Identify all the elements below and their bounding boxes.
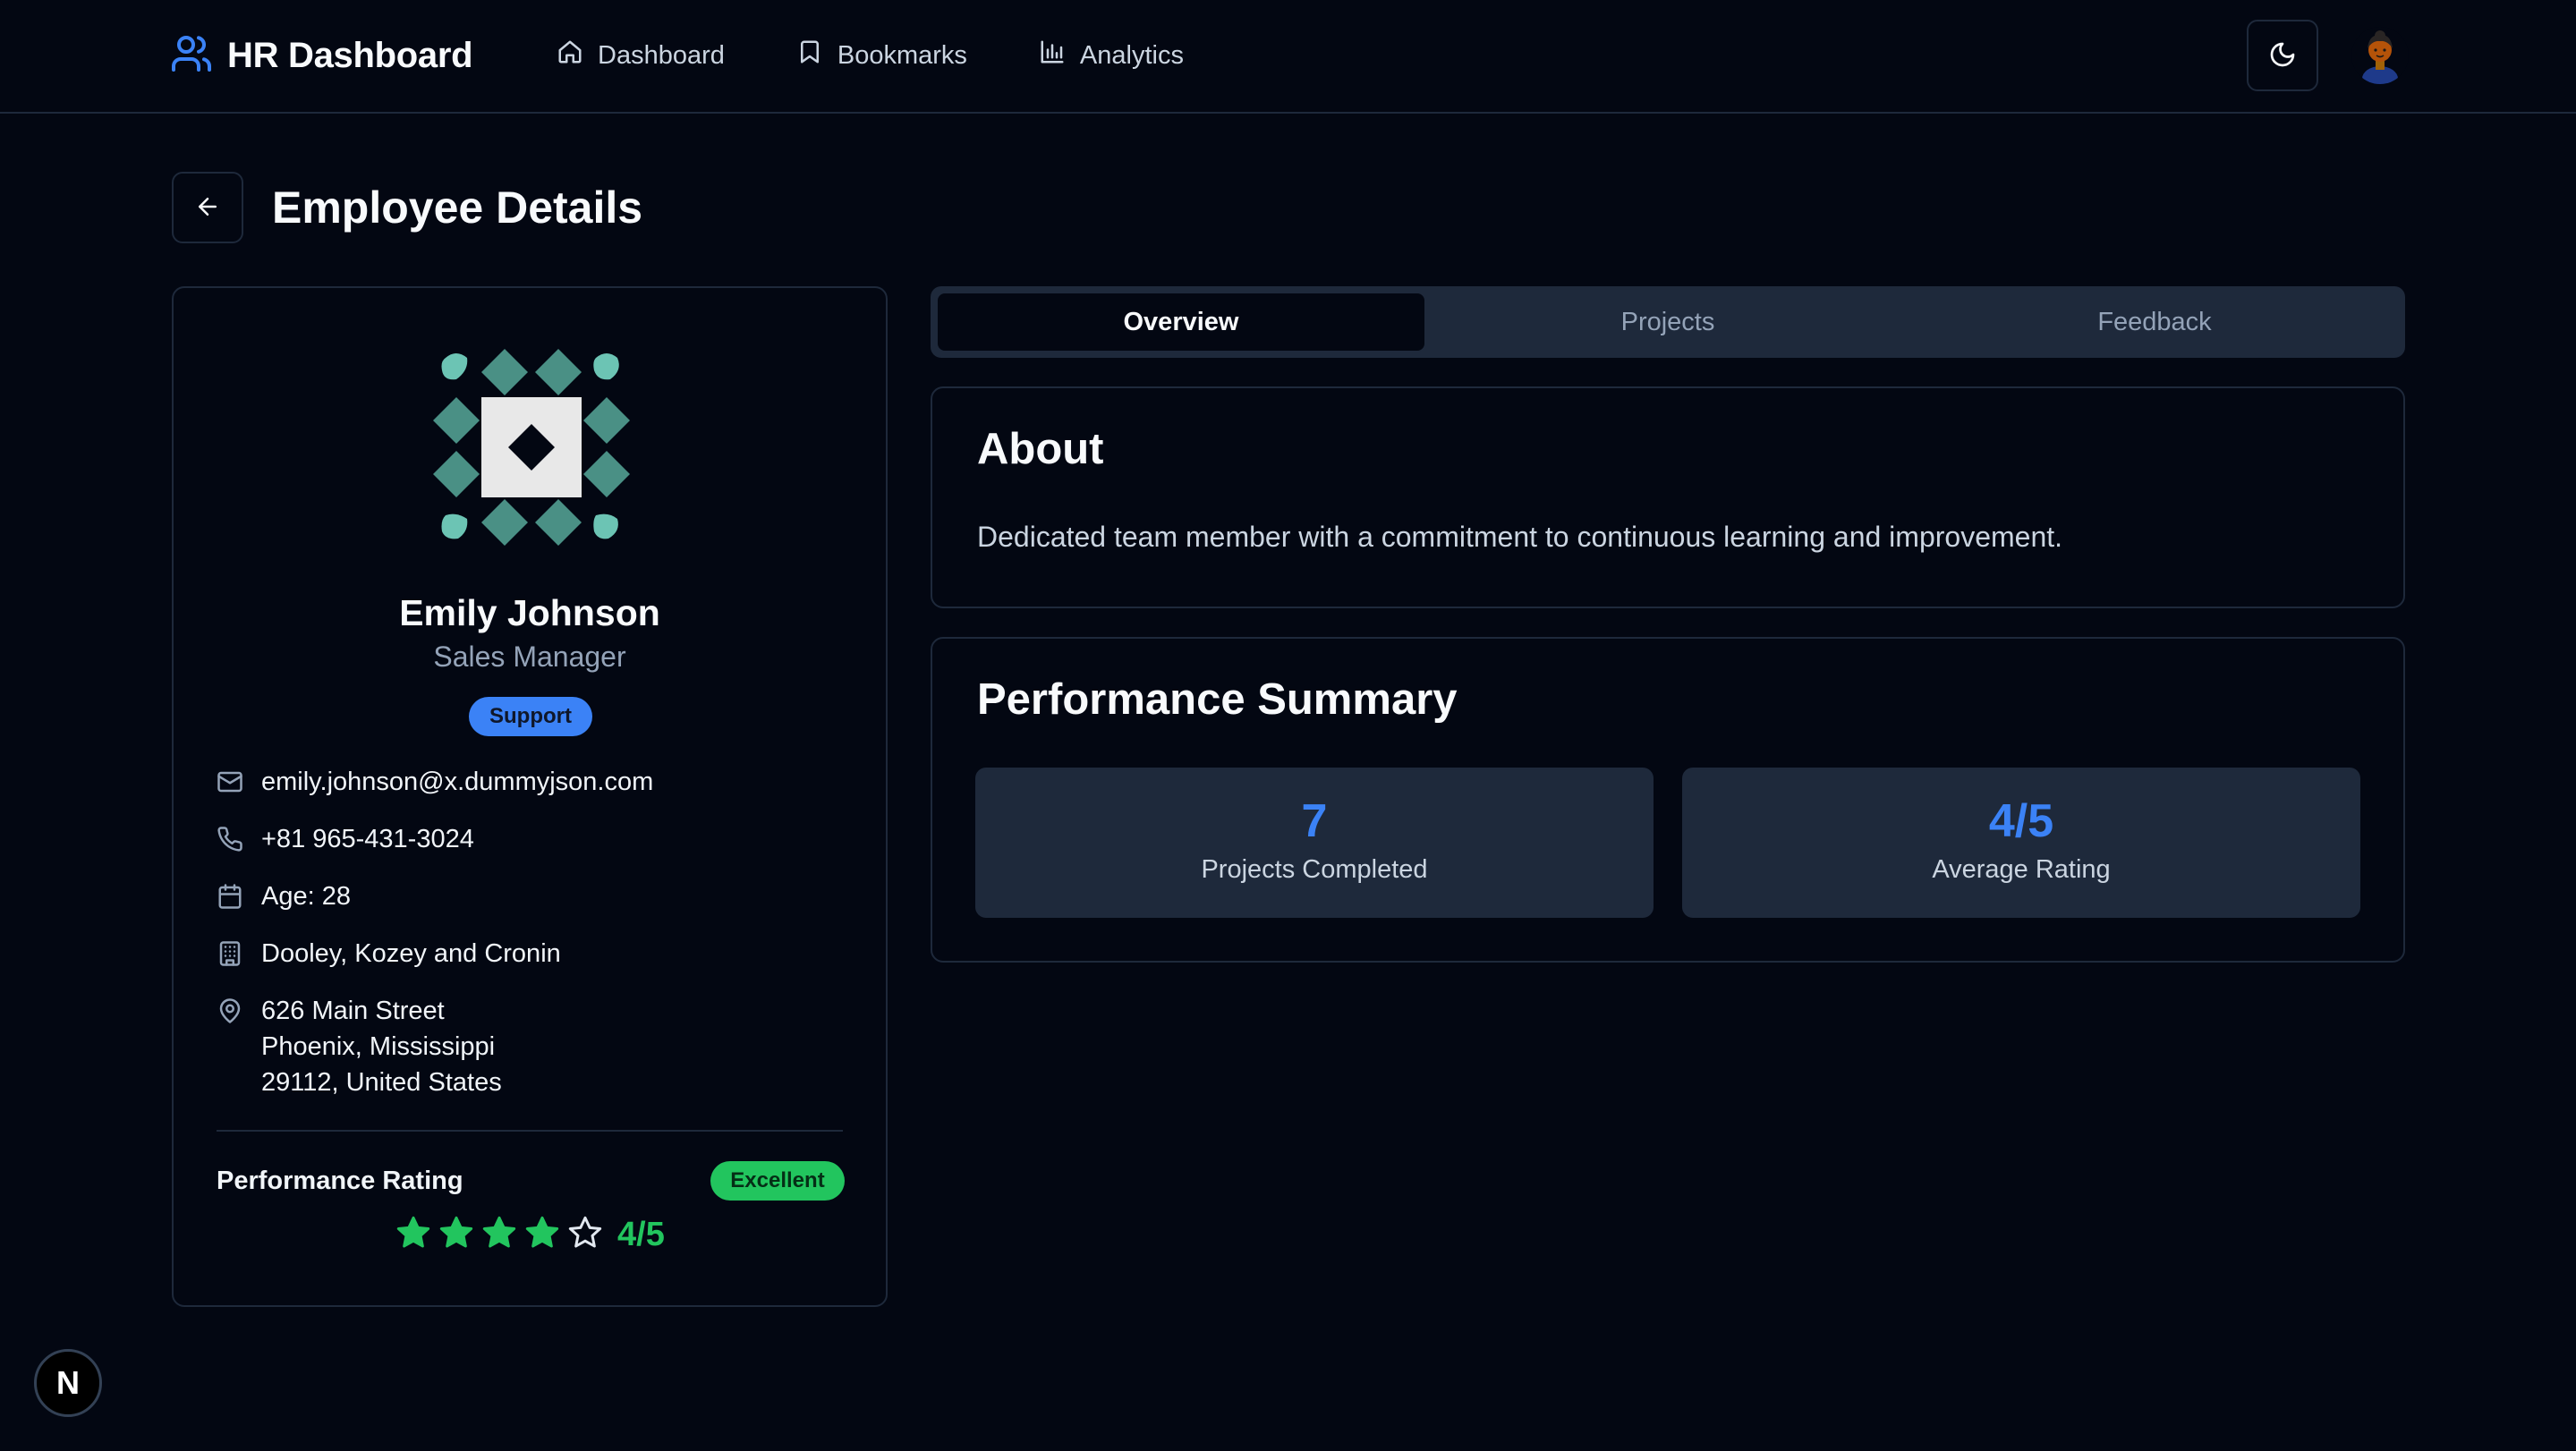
main-nav: Dashboard Bookmarks Analytics [557,36,1184,75]
star-rating: 4/5 [395,1215,665,1255]
back-button[interactable] [172,172,243,243]
address-line-1: 626 Main Street [261,997,445,1025]
stat-value: 4/5 [1988,795,2054,847]
theme-toggle-button[interactable] [2247,20,2318,91]
phone-row: +81 965-431-3024 [217,821,474,862]
stat-projects-completed: 7 Projects Completed [975,768,1654,918]
company-row: Dooley, Kozey and Cronin [217,936,561,977]
department-badge: Support [469,697,592,736]
building-icon [217,936,243,977]
employee-address: 626 Main Street Phoenix, Mississippi 291… [261,993,502,1100]
tab-projects[interactable]: Projects [1424,293,1911,351]
page-title: Employee Details [272,182,643,233]
mail-icon [217,764,243,805]
bookmark-icon [796,38,823,72]
performance-summary-title: Performance Summary [977,675,1458,724]
stat-average-rating: 4/5 Average Rating [1682,768,2360,918]
calendar-icon [217,878,243,920]
moon-icon [2268,40,2297,72]
employee-phone[interactable]: +81 965-431-3024 [261,821,474,857]
performance-rating-label: Performance Rating [217,1167,463,1195]
star-filled-icon [524,1215,560,1255]
stars-row [395,1215,603,1255]
employee-title: Sales Manager [433,641,626,673]
employee-email[interactable]: emily.johnson@x.dummyjson.com [261,764,653,800]
profile-divider [217,1130,843,1132]
stat-value: 7 [1301,795,1328,847]
tab-overview[interactable]: Overview [938,293,1424,351]
address-row: 626 Main Street Phoenix, Mississippi 291… [217,993,502,1100]
performance-summary-card: Performance Summary 7 Projects Completed… [931,637,2405,963]
employee-profile-card: Emily Johnson Sales Manager Support emil… [172,286,888,1307]
about-card: About Dedicated team member with a commi… [931,386,2405,608]
age-row: Age: 28 [217,878,351,920]
employee-name: Emily Johnson [399,592,660,633]
nav-dashboard-label: Dashboard [598,40,725,70]
bar-chart-icon [1039,38,1066,72]
brand-title: HR Dashboard [227,35,473,75]
performance-badge: Excellent [710,1161,845,1201]
nav-analytics[interactable]: Analytics [1039,36,1184,75]
nav-bookmarks[interactable]: Bookmarks [796,36,967,75]
users-icon [170,32,213,80]
map-pin-icon [217,993,243,1034]
nav-analytics-label: Analytics [1079,40,1184,70]
address-line-2: Phoenix, Mississippi [261,1032,496,1061]
star-empty-icon [567,1215,603,1255]
star-filled-icon [395,1215,431,1255]
tab-feedback[interactable]: Feedback [1911,293,2398,351]
user-avatar[interactable] [2351,27,2409,84]
arrow-left-icon [194,193,221,223]
phone-icon [217,821,243,862]
stat-label: Average Rating [1932,855,2111,884]
nav-bookmarks-label: Bookmarks [837,40,967,70]
nextjs-dev-indicator[interactable]: N [34,1349,102,1417]
detail-tabs: Overview Projects Feedback [931,286,2405,358]
star-filled-icon [438,1215,474,1255]
stat-label: Projects Completed [1201,855,1428,884]
address-line-3: 29112, United States [261,1068,502,1097]
home-icon [557,38,583,72]
nav-dashboard[interactable]: Dashboard [557,36,725,75]
nextjs-logo-icon: N [56,1364,80,1401]
email-row: emily.johnson@x.dummyjson.com [217,764,653,805]
employee-age: Age: 28 [261,882,351,911]
brand[interactable]: HR Dashboard [170,32,473,80]
employee-identicon [433,349,630,546]
star-filled-icon [481,1215,517,1255]
rating-text: 4/5 [617,1216,665,1253]
top-navigation: HR Dashboard Dashboard Bookmarks Analyti… [0,0,2576,114]
about-title: About [977,425,1104,473]
about-text: Dedicated team member with a commitment … [977,521,2063,553]
employee-company: Dooley, Kozey and Cronin [261,939,561,968]
